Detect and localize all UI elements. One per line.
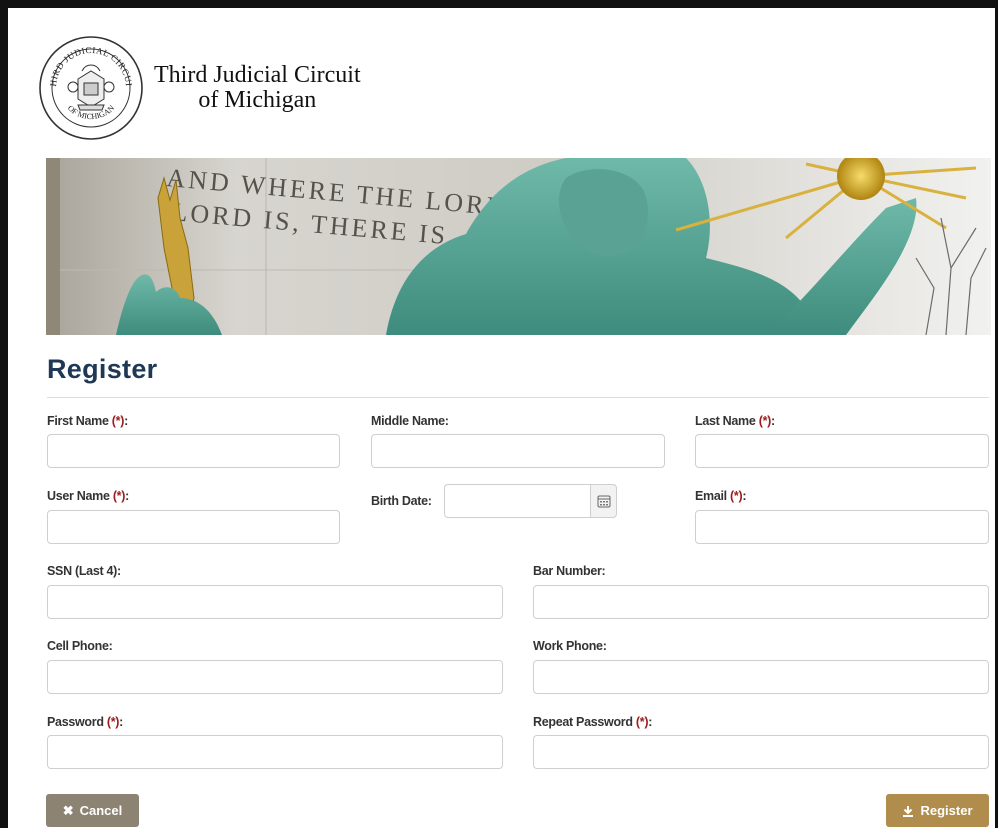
middle-name-label: Middle Name: bbox=[371, 414, 449, 428]
required-marker: (*) bbox=[106, 715, 120, 729]
password-input[interactable] bbox=[47, 735, 503, 769]
required-marker: (*) bbox=[635, 715, 649, 729]
last-name-label: Last Name (*): bbox=[695, 414, 775, 428]
calendar-icon bbox=[597, 495, 610, 508]
site-header: THIRD JUDICIAL CIRCUIT OF MICHIGAN Third… bbox=[38, 28, 361, 148]
cancel-button[interactable]: ✖ Cancel bbox=[46, 794, 139, 827]
bar-number-input[interactable] bbox=[533, 585, 989, 619]
bar-number-label: Bar Number: bbox=[533, 564, 606, 578]
ssn-label: SSN (Last 4): bbox=[47, 564, 121, 578]
email-input[interactable] bbox=[695, 510, 989, 544]
calendar-button[interactable] bbox=[590, 484, 617, 518]
cell-phone-label: Cell Phone: bbox=[47, 639, 113, 653]
court-seal-icon: THIRD JUDICIAL CIRCUIT OF MICHIGAN bbox=[38, 35, 143, 140]
register-button[interactable]: Register bbox=[886, 794, 989, 827]
user-name-label: User Name (*): bbox=[47, 489, 129, 503]
court-name: Third Judicial Circuit of Michigan bbox=[154, 63, 361, 113]
repeat-password-input[interactable] bbox=[533, 735, 989, 769]
required-marker: (*) bbox=[112, 489, 126, 503]
repeat-password-label: Repeat Password (*): bbox=[533, 715, 653, 729]
work-phone-label: Work Phone: bbox=[533, 639, 607, 653]
required-marker: (*) bbox=[758, 414, 772, 428]
birth-date-input[interactable] bbox=[444, 484, 590, 518]
birth-date-picker bbox=[444, 484, 617, 518]
first-name-label: First Name (*): bbox=[47, 414, 128, 428]
work-phone-input[interactable] bbox=[533, 660, 989, 694]
page-title: Register bbox=[47, 354, 158, 384]
download-icon bbox=[903, 805, 914, 817]
middle-name-input[interactable] bbox=[371, 434, 665, 468]
page-frame: THIRD JUDICIAL CIRCUIT OF MICHIGAN Third… bbox=[0, 0, 998, 828]
birth-date-label: Birth Date: bbox=[371, 494, 432, 508]
cancel-button-label: Cancel bbox=[79, 803, 123, 818]
ssn-input[interactable] bbox=[47, 585, 503, 619]
hero-banner: AND WHERE THE LORD IS THAT LORD IS, THER… bbox=[46, 158, 991, 335]
email-label: Email (*): bbox=[695, 489, 747, 503]
first-name-input[interactable] bbox=[47, 434, 340, 468]
close-icon: ✖ bbox=[62, 802, 74, 818]
court-name-line2: of Michigan bbox=[198, 87, 317, 113]
required-marker: (*) bbox=[111, 414, 125, 428]
required-marker: (*) bbox=[730, 489, 743, 503]
register-button-label: Register bbox=[920, 803, 973, 818]
user-name-input[interactable] bbox=[47, 510, 340, 544]
spirit-of-detroit-image: AND WHERE THE LORD IS THAT LORD IS, THER… bbox=[46, 158, 991, 335]
court-name-line1: Third Judicial Circuit bbox=[154, 62, 361, 88]
password-label: Password (*): bbox=[47, 715, 124, 729]
last-name-input[interactable] bbox=[695, 434, 989, 468]
title-divider bbox=[47, 397, 989, 398]
cell-phone-input[interactable] bbox=[47, 660, 503, 694]
